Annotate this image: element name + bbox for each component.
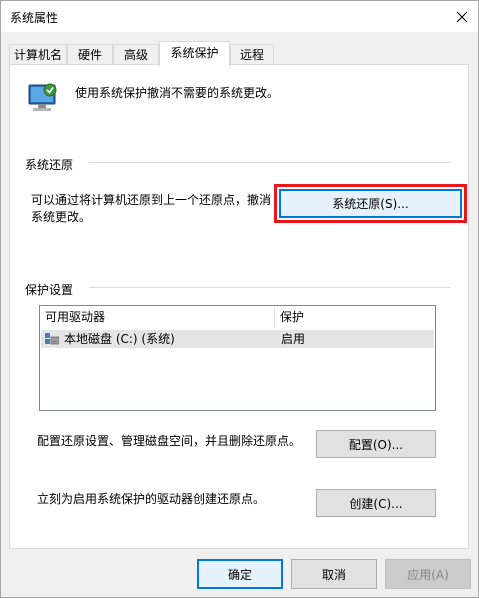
column-header-label: 保护 <box>280 310 305 324</box>
tab-label: 系统保护 <box>170 46 219 60</box>
cancel-button[interactable]: 取消 <box>291 559 377 589</box>
drive-row[interactable]: 本地磁盘 (C:) (系统) 启用 <box>41 330 434 348</box>
drive-name: 本地磁盘 (C:) (系统) <box>64 332 175 346</box>
tab-label: 计算机名 <box>13 48 62 62</box>
drive-list[interactable]: 可用驱动器 保护 本地磁盘 (C:) (系统) 启用 <box>39 305 436 411</box>
drive-protection-status: 启用 <box>281 332 306 346</box>
tab-computer-name[interactable]: 计算机名 <box>9 44 67 64</box>
configure-button[interactable]: 配置(O)... <box>316 430 436 458</box>
tab-label: 高级 <box>123 48 148 62</box>
system-properties-window: 系统属性 计算机名 硬件 高级 系统保护 远程 使用系统保护撤消不需要的系统更改… <box>0 0 479 598</box>
system-restore-button[interactable]: 系统还原(S)... <box>279 189 462 218</box>
tab-label: 远程 <box>239 48 264 62</box>
title-bar: 系统属性 <box>1 1 478 32</box>
protection-section-title: 保护设置 <box>25 283 74 297</box>
dialog-footer: 确定 取消 应用(A) <box>1 549 478 597</box>
tab-remote[interactable]: 远程 <box>230 44 274 64</box>
configure-description: 配置还原设置、管理磁盘空间，并且删除还原点。 <box>37 434 302 448</box>
system-protection-panel: 使用系统保护撤消不需要的系统更改。 系统还原 可以通过将计算机还原到上一个还原点… <box>9 64 469 549</box>
ok-button[interactable]: 确定 <box>197 559 283 589</box>
column-header-label: 可用驱动器 <box>45 310 106 324</box>
apply-button[interactable]: 应用(A) <box>385 559 471 589</box>
tab-system-protection[interactable]: 系统保护 <box>159 41 230 66</box>
tab-advanced[interactable]: 高级 <box>113 44 159 64</box>
restore-description-line1: 可以通过将计算机还原到上一个还原点，撤消 <box>31 193 272 207</box>
system-restore-button-label: 系统还原(S)... <box>332 197 409 211</box>
close-icon <box>456 11 468 22</box>
configure-button-label: 配置(O)... <box>348 437 404 452</box>
create-button[interactable]: 创建(C)... <box>316 489 436 517</box>
system-protection-monitor-icon <box>28 83 57 111</box>
column-header-drives[interactable]: 可用驱动器 <box>40 306 275 328</box>
ok-button-label: 确定 <box>227 567 252 582</box>
apply-button-label: 应用(A) <box>407 567 449 582</box>
create-description: 立刻为启用系统保护的驱动器创建还原点。 <box>37 492 266 506</box>
restore-description-line2: 系统更改。 <box>31 210 92 224</box>
cancel-button-label: 取消 <box>321 567 346 582</box>
header-description: 使用系统保护撤消不需要的系统更改。 <box>75 86 280 100</box>
close-button[interactable] <box>446 1 478 32</box>
restore-section-divider <box>89 162 451 163</box>
protection-section-divider <box>89 287 451 288</box>
tab-hardware[interactable]: 硬件 <box>67 44 113 64</box>
window-title: 系统属性 <box>10 11 59 25</box>
create-button-label: 创建(C)... <box>349 496 403 511</box>
drive-icon <box>45 333 59 345</box>
column-header-protection[interactable]: 保护 <box>275 306 435 328</box>
restore-section-title: 系统还原 <box>25 158 74 172</box>
tab-label: 硬件 <box>77 48 102 62</box>
